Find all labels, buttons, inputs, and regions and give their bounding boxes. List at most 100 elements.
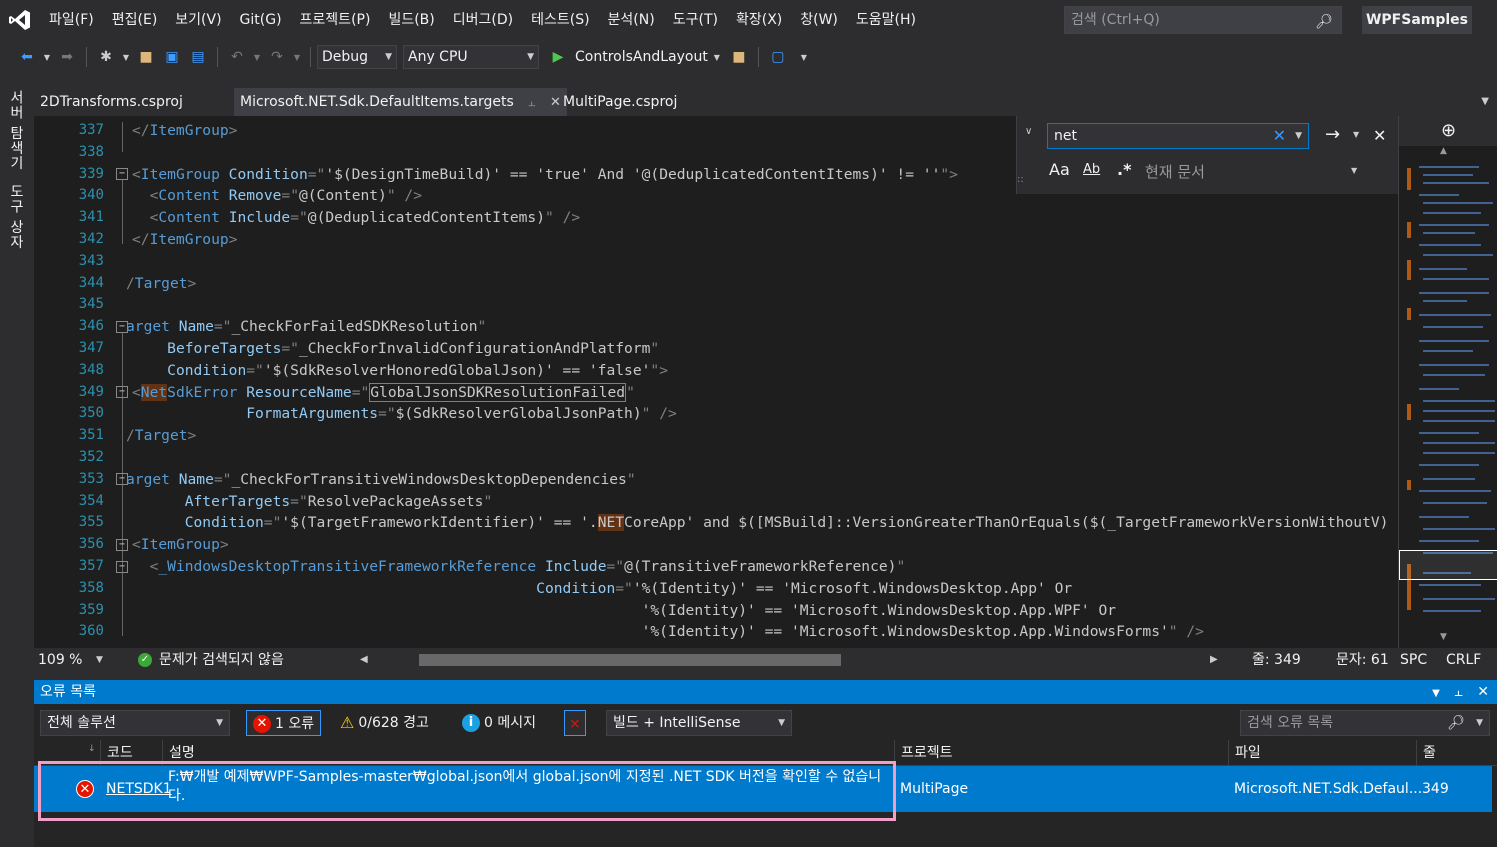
menu-window[interactable]: 창(W): [791, 0, 847, 40]
tab-overflow-icon[interactable]: ▼: [1481, 88, 1489, 116]
undo-icon[interactable]: ↶: [227, 47, 247, 67]
collapse-icon[interactable]: −: [116, 539, 128, 551]
filter-toggle[interactable]: ⨯: [564, 710, 586, 736]
browser-link-icon[interactable]: ▢: [768, 47, 788, 67]
split-window-icon[interactable]: ⊕: [1399, 116, 1497, 146]
code-line: <Content Remove="@(Content)" />: [149, 187, 423, 205]
save-all-icon[interactable]: ▤: [188, 47, 208, 67]
menu-view[interactable]: 보기(V): [166, 0, 230, 40]
scroll-left-icon[interactable]: ◀: [360, 648, 368, 672]
messages-filter-toggle[interactable]: i0 메시지: [462, 710, 536, 736]
issues-status[interactable]: 문제가 검색되지 않음: [159, 648, 284, 672]
pin-icon[interactable]: ⫠: [528, 95, 535, 109]
errors-filter-toggle[interactable]: ✕ 1 오류: [246, 710, 322, 736]
chevron-down-icon[interactable]: ▼: [1295, 124, 1302, 148]
tab-2dtransforms-csproj[interactable]: 2DTransforms.csproj: [34, 88, 189, 116]
minimap-viewport[interactable]: [1399, 550, 1497, 580]
find-in-files-icon[interactable]: ■: [729, 47, 749, 67]
solution-name-badge[interactable]: WPFSamples: [1362, 6, 1472, 34]
menu-edit[interactable]: 편집(E): [103, 0, 167, 40]
resize-grip-icon[interactable]: ::: [1017, 174, 1024, 185]
code-editor[interactable]: 337 338 339 340 341 342 343 344 345 346 347 348 349 3…: [34, 116, 1398, 648]
zoom-level-select[interactable]: 109 %: [38, 648, 82, 672]
close-icon[interactable]: ✕: [1373, 126, 1386, 145]
column-description[interactable]: 설명: [162, 740, 195, 766]
menu-project[interactable]: 프로젝트(P): [291, 0, 380, 40]
column-code[interactable]: 코드: [100, 740, 133, 766]
collapse-icon[interactable]: −: [116, 386, 128, 398]
toggle-replace-icon[interactable]: ∨: [1025, 126, 1032, 137]
chevron-down-icon[interactable]: ▼: [253, 47, 261, 67]
collapse-icon[interactable]: −: [116, 561, 128, 573]
regex-toggle[interactable]: .*: [1117, 160, 1131, 179]
scroll-up-icon[interactable]: ▲: [1440, 146, 1447, 156]
tab-multipage-csproj[interactable]: MultiPage.csproj: [557, 88, 683, 116]
quick-search-input[interactable]: 검색 (Ctrl+Q) 🔎︎: [1064, 6, 1342, 34]
search-scope-value[interactable]: 현재 문서: [1145, 161, 1205, 182]
match-case-toggle[interactable]: Aa: [1049, 160, 1070, 179]
navigate-back-icon[interactable]: ⬅: [17, 47, 37, 67]
chevron-down-icon[interactable]: ▼: [1351, 166, 1357, 175]
clear-search-icon[interactable]: ✕: [1273, 124, 1286, 148]
menu-git[interactable]: Git(G): [231, 0, 291, 40]
line-number: 355: [78, 514, 104, 531]
error-code-link[interactable]: NETSDK1: [106, 781, 172, 797]
chevron-down-icon[interactable]: ▼: [122, 47, 130, 67]
navigate-forward-icon[interactable]: ➡: [57, 47, 77, 67]
line-ending-indicator[interactable]: CRLF: [1446, 648, 1481, 672]
collapse-icon[interactable]: −: [116, 168, 128, 180]
chevron-down-icon[interactable]: ▼: [293, 47, 301, 67]
menu-help[interactable]: 도움말(H): [847, 0, 925, 40]
server-explorer-tab[interactable]: 서버 탐색기: [6, 90, 26, 170]
close-icon[interactable]: ✕: [1477, 684, 1489, 700]
menu-analyze[interactable]: 분석(N): [599, 0, 664, 40]
chevron-down-icon[interactable]: ▼: [1432, 688, 1440, 699]
column-file[interactable]: 파일: [1228, 740, 1261, 766]
pin-icon[interactable]: ⫠: [1454, 684, 1462, 700]
find-next-icon[interactable]: →: [1325, 124, 1340, 145]
solution-config-select[interactable]: Debug ▼: [317, 45, 397, 69]
chevron-down-icon[interactable]: ▼: [1476, 711, 1483, 735]
chevron-down-icon[interactable]: ▼: [96, 648, 103, 672]
solution-platform-select[interactable]: Any CPU ▼: [403, 45, 539, 69]
warnings-filter-toggle[interactable]: ⚠ 0/628 경고: [340, 710, 429, 736]
line-indicator[interactable]: 줄: 349: [1252, 648, 1301, 672]
minimap-scrollbar[interactable]: ⊕ ▲ ▼: [1398, 116, 1497, 648]
search-icon[interactable]: 🔎︎: [1447, 711, 1465, 735]
column-indicator[interactable]: 문자: 61: [1336, 648, 1389, 672]
open-folder-icon[interactable]: ■: [136, 47, 156, 67]
error-icon: ✕: [76, 780, 94, 798]
find-input[interactable]: net ✕ ▼: [1047, 123, 1309, 149]
scroll-right-icon[interactable]: ▶: [1210, 648, 1218, 672]
redo-icon[interactable]: ↷: [267, 47, 287, 67]
menu-file[interactable]: 파일(F): [40, 0, 103, 40]
menu-test[interactable]: 테스트(S): [522, 0, 598, 40]
column-line[interactable]: 줄: [1416, 740, 1436, 766]
chevron-down-icon[interactable]: ▼: [711, 47, 723, 67]
sort-icon[interactable]: ↓: [88, 736, 96, 762]
toolbar-overflow-icon[interactable]: ▼: [794, 47, 814, 67]
build-source-select[interactable]: 빌드 + IntelliSense ▼: [606, 710, 792, 736]
table-row[interactable]: ✕ NETSDK1 F:₩개발 예제₩WPF-Samples-master₩gl…: [34, 766, 1492, 812]
menu-extensions[interactable]: 확장(X): [727, 0, 791, 40]
menu-build[interactable]: 빌드(B): [379, 0, 443, 40]
whole-word-toggle[interactable]: Ab: [1083, 162, 1100, 177]
error-search-input[interactable]: 검색 오류 목록 🔎︎ ▼: [1240, 710, 1490, 736]
visual-studio-logo-icon[interactable]: [0, 0, 40, 40]
chevron-down-icon[interactable]: ▼: [43, 47, 51, 67]
menu-tools[interactable]: 도구(T): [664, 0, 727, 40]
toolbox-tab[interactable]: 도구 상자: [6, 184, 26, 249]
whitespace-indicator[interactable]: SPC: [1400, 648, 1427, 672]
column-project[interactable]: 프로젝트: [894, 740, 953, 766]
chevron-down-icon[interactable]: ▼: [1353, 130, 1359, 139]
save-icon[interactable]: ▣: [162, 47, 182, 67]
start-play-icon[interactable]: ▶: [548, 47, 568, 67]
startup-project-button[interactable]: ControlsAndLayout: [575, 49, 708, 65]
tab-default-items-targets[interactable]: Microsoft.NET.Sdk.DefaultItems.targets ⫠…: [234, 88, 567, 116]
error-scope-select[interactable]: 전체 솔루션 ▼: [40, 710, 230, 736]
menu-debug[interactable]: 디버그(D): [444, 0, 522, 40]
horizontal-scrollbar-thumb[interactable]: [419, 654, 841, 666]
line-number: 341: [78, 209, 104, 226]
scroll-down-icon[interactable]: ▼: [1440, 632, 1447, 642]
new-project-icon[interactable]: ✱: [96, 47, 116, 67]
